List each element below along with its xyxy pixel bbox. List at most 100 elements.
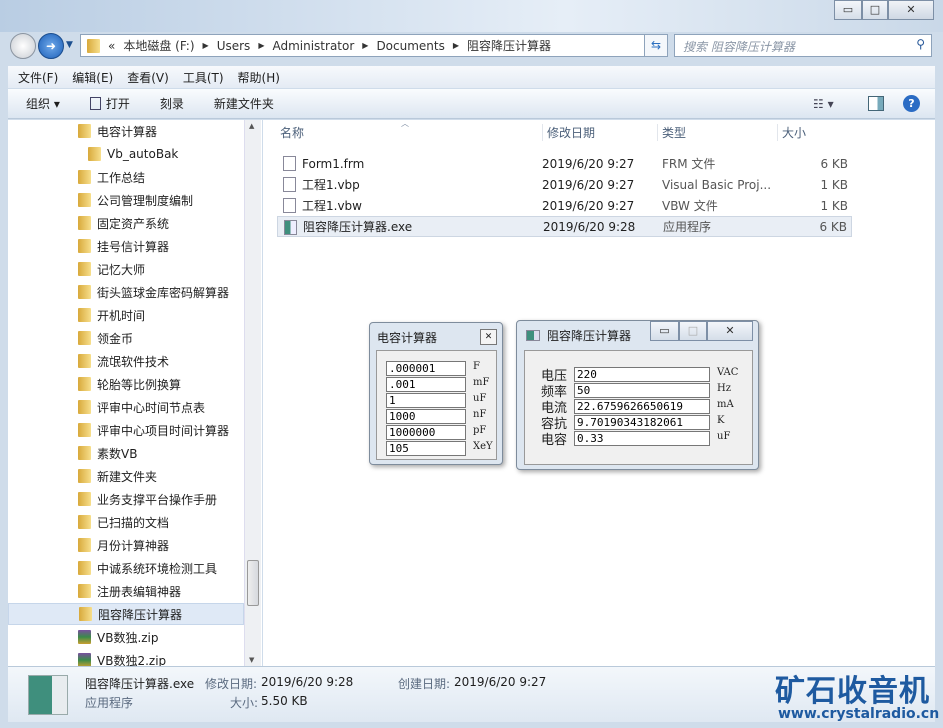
col-type[interactable]: 类型 (657, 124, 686, 141)
nav-item[interactable]: 工作总结 (8, 166, 244, 188)
nav-item[interactable]: 街头篮球金库密码解算器 (8, 281, 244, 303)
nav-item-label: 素数VB (97, 446, 138, 461)
minimize-button[interactable]: ▭ (650, 321, 679, 341)
field-input[interactable]: 0.33 (574, 431, 710, 446)
nav-item-label: 挂号信计算器 (97, 239, 170, 254)
close-button[interactable]: ✕ (888, 0, 934, 20)
zip-archive-icon (78, 653, 91, 667)
crumb[interactable]: Administrator (272, 39, 354, 53)
close-button[interactable]: ✕ (707, 321, 753, 341)
menu-view[interactable]: 查看(V) (127, 69, 169, 85)
nav-item[interactable]: 固定资产系统 (8, 212, 244, 234)
nav-item[interactable]: 记忆大师 (8, 258, 244, 280)
scroll-thumb[interactable] (247, 560, 259, 606)
status-created: 2019/6/20 9:27 (454, 675, 547, 689)
unit-value-input[interactable]: .001 (386, 377, 466, 392)
chevron-right-icon[interactable]: ▶ (203, 41, 209, 50)
unit-value-input[interactable]: 1000 (386, 409, 466, 424)
unit-value-input[interactable]: 1 (386, 393, 466, 408)
nav-item[interactable]: 领金币 (8, 327, 244, 349)
new-folder-button[interactable]: 新建文件夹 (214, 95, 274, 112)
crumb[interactable]: Documents (376, 39, 444, 53)
file-date: 2019/6/20 9:27 (542, 177, 635, 192)
field-label: 电容 (541, 433, 568, 448)
chevron-right-icon[interactable]: ▶ (453, 41, 459, 50)
field-input[interactable]: 22.6759626650619 (574, 399, 710, 414)
breadcrumb-overflow[interactable]: « (108, 39, 115, 53)
unit-label: VAC (717, 367, 739, 378)
view-options-icon[interactable]: ☷ ▾ (813, 97, 834, 111)
folder-icon (78, 308, 91, 322)
organize-button[interactable]: 组织 ▾ (26, 95, 60, 112)
nav-item-label: 公司管理制度编制 (97, 193, 194, 208)
search-icon[interactable]: ⚲ (916, 37, 925, 51)
nav-item[interactable]: 新建文件夹 (8, 465, 244, 487)
zip-archive-icon (78, 630, 91, 644)
nav-item[interactable]: 流氓软件技术 (8, 350, 244, 372)
nav-item[interactable]: 素数VB (8, 442, 244, 464)
unit-value-input[interactable]: 1000000 (386, 425, 466, 440)
nav-item[interactable]: VB数独.zip (8, 626, 244, 648)
nav-item-label: Vb_autoBak (107, 147, 179, 161)
burn-button[interactable]: 刻录 (160, 95, 184, 112)
unit-value-input[interactable]: 105 (386, 441, 466, 456)
nav-item[interactable]: 轮胎等比例换算 (8, 373, 244, 395)
open-button[interactable]: 打开 (89, 95, 130, 112)
menu-file[interactable]: 文件(F) (18, 69, 58, 85)
unit-value-input[interactable]: .000001 (386, 361, 466, 376)
chevron-right-icon[interactable]: ▶ (362, 41, 368, 50)
nav-item[interactable]: 评审中心项目时间计算器 (8, 419, 244, 441)
forward-button[interactable]: ➜ (38, 33, 64, 59)
folder-icon (78, 400, 91, 414)
crumb[interactable]: 阻容降压计算器 (467, 37, 551, 54)
file-name: Form1.frm (302, 156, 365, 171)
field-input[interactable]: 50 (574, 383, 710, 398)
col-size[interactable]: 大小 (777, 124, 806, 141)
nav-item[interactable]: 评审中心时间节点表 (8, 396, 244, 418)
nav-item[interactable]: 挂号信计算器 (8, 235, 244, 257)
nav-scrollbar[interactable]: ▲ ▼ (244, 120, 261, 666)
field-input[interactable]: 220 (574, 367, 710, 382)
back-button[interactable] (10, 33, 36, 59)
crumb[interactable]: 本地磁盘 (F:) (123, 37, 194, 54)
file-row[interactable]: 工程1.vbw 2019/6/20 9:27 VBW 文件 1 KB (277, 195, 852, 216)
status-modified-label: 修改日期: (205, 677, 258, 691)
nav-item[interactable]: 注册表编辑神器 (8, 580, 244, 602)
help-icon[interactable]: ? (903, 95, 920, 112)
nav-item[interactable]: 公司管理制度编制 (8, 189, 244, 211)
nav-item[interactable]: 月份计算神器 (8, 534, 244, 556)
minimize-button[interactable]: ▭ (834, 0, 862, 20)
nav-item[interactable]: 阻容降压计算器 (8, 603, 244, 625)
col-name[interactable]: 名称 (280, 124, 304, 141)
nav-item[interactable]: 电容计算器 (8, 120, 244, 142)
file-row[interactable]: 阻容降压计算器.exe 2019/6/20 9:28 应用程序 6 KB (277, 216, 852, 237)
col-date[interactable]: 修改日期 (542, 124, 595, 141)
maximize-button[interactable]: □ (679, 321, 707, 341)
nav-item[interactable]: 已扫描的文档 (8, 511, 244, 533)
menu-tools[interactable]: 工具(T) (183, 69, 224, 85)
status-size: 5.50 KB (261, 694, 308, 708)
search-input[interactable]: 搜索 阻容降压计算器 ⚲ (674, 34, 932, 57)
address-bar[interactable]: « 本地磁盘 (F:) ▶ Users ▶ Administrator ▶ Docum… (80, 34, 668, 57)
refresh-icon[interactable]: ⇆ (644, 34, 668, 57)
status-modified: 2019/6/20 9:28 (261, 675, 354, 689)
maximize-button[interactable]: □ (862, 0, 888, 20)
close-button[interactable]: ✕ (480, 329, 497, 345)
file-row[interactable]: Form1.frm 2019/6/20 9:27 FRM 文件 6 KB (277, 153, 852, 174)
preview-pane-icon[interactable] (868, 96, 884, 111)
window-title: 阻容降压计算器 (547, 329, 632, 343)
chevron-right-icon[interactable]: ▶ (258, 41, 264, 50)
file-row[interactable]: 工程1.vbp 2019/6/20 9:27 Visual Basic Proj… (277, 174, 852, 195)
menu-edit[interactable]: 编辑(E) (72, 69, 113, 85)
crumb[interactable]: Users (217, 39, 251, 53)
folder-icon (78, 446, 91, 460)
menu-help[interactable]: 帮助(H) (238, 69, 280, 85)
field-input[interactable]: 9.70190343182061 (574, 415, 710, 430)
nav-item[interactable]: 中诚系统环境检测工具 (8, 557, 244, 579)
nav-item[interactable]: 业务支撑平台操作手册 (8, 488, 244, 510)
file-type: FRM 文件 (662, 157, 716, 171)
nav-item[interactable]: 开机时间 (8, 304, 244, 326)
recent-pages-dropdown[interactable]: ▼ (66, 40, 73, 50)
nav-item[interactable]: Vb_autoBak (8, 143, 244, 165)
folder-icon (78, 354, 91, 368)
